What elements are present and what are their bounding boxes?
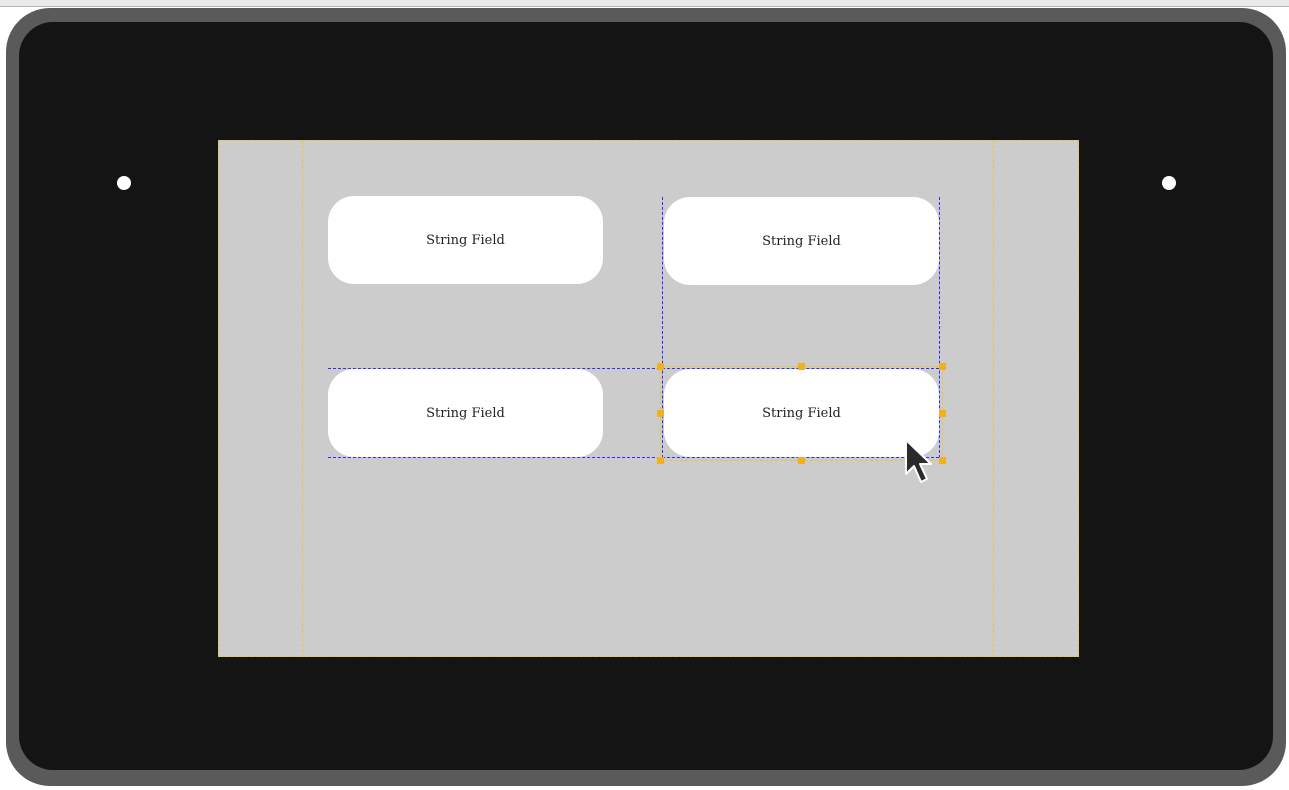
string-field-3[interactable]: String Field xyxy=(328,369,603,457)
string-field-1[interactable]: String Field xyxy=(328,196,603,284)
resize-handle-middle-right[interactable] xyxy=(939,410,946,417)
selection-box xyxy=(660,366,943,461)
resize-handle-middle-left[interactable] xyxy=(657,410,664,417)
design-screen-canvas[interactable]: String Field String Field String Field S… xyxy=(218,140,1079,657)
resize-handle-top-center[interactable] xyxy=(798,363,805,370)
string-field-1-label: String Field xyxy=(426,232,505,248)
left-margin-guide xyxy=(302,140,303,657)
resize-handle-top-right[interactable] xyxy=(939,363,946,370)
string-field-2-label: String Field xyxy=(762,233,841,249)
string-field-3-label: String Field xyxy=(426,405,505,421)
resize-handle-top-left[interactable] xyxy=(657,363,664,370)
window-top-strip xyxy=(0,0,1289,7)
mouse-pointer-icon xyxy=(905,439,932,483)
right-margin-guide xyxy=(993,140,994,657)
right-camera-dot-icon xyxy=(1162,176,1176,190)
string-field-2[interactable]: String Field xyxy=(664,197,939,285)
resize-handle-bottom-center[interactable] xyxy=(798,457,805,464)
resize-handle-bottom-right[interactable] xyxy=(939,457,946,464)
left-camera-dot-icon xyxy=(117,176,131,190)
resize-handle-bottom-left[interactable] xyxy=(657,457,664,464)
